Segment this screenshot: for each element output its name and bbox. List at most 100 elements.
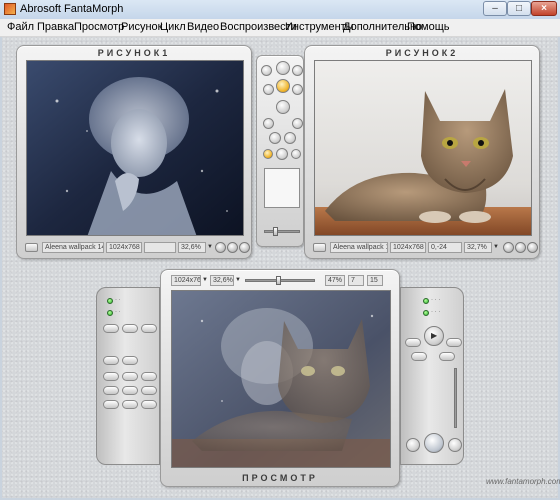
- image1-blank-field: [144, 242, 176, 253]
- menu-help[interactable]: Помощь: [407, 21, 450, 33]
- settings-icon[interactable]: [448, 438, 462, 452]
- minimize-button[interactable]: –: [483, 1, 507, 16]
- menu-edit[interactable]: Правка: [37, 21, 74, 33]
- led-label-1: · ·: [115, 297, 121, 303]
- transform-button-4[interactable]: [103, 386, 119, 395]
- swap-right-icon[interactable]: [292, 65, 303, 76]
- tool-slider-thumb[interactable]: [273, 227, 278, 236]
- image2-zoom-in-icon[interactable]: [503, 242, 514, 253]
- transform-button-3[interactable]: [141, 372, 157, 381]
- transform-button-6[interactable]: [141, 386, 157, 395]
- add-point-left-icon[interactable]: [263, 84, 274, 95]
- transform-button-5[interactable]: [122, 386, 138, 395]
- image1-fit-icon[interactable]: [227, 242, 238, 253]
- align-button-2[interactable]: [122, 356, 138, 365]
- menu-video[interactable]: Видео: [187, 21, 219, 33]
- align-button-1[interactable]: [103, 356, 119, 365]
- led-label-4: · · ·: [431, 309, 441, 315]
- image1-zoom-in-icon[interactable]: [215, 242, 226, 253]
- progress-percent: 47%: [325, 275, 345, 286]
- led-indicator-4: [423, 310, 429, 316]
- image2-photo: [315, 61, 531, 235]
- image2-filename: Aleena wallpack 14: [330, 242, 388, 253]
- volume-track[interactable]: [454, 368, 457, 428]
- maximize-button[interactable]: □: [507, 1, 531, 16]
- preview-canvas[interactable]: [171, 290, 391, 468]
- link-right-icon[interactable]: [291, 149, 301, 159]
- image1-title: РИСУНОК1: [97, 48, 171, 58]
- curve-left-icon[interactable]: [263, 118, 274, 129]
- image1-zoom-dropdown-icon[interactable]: ▼: [207, 243, 213, 251]
- tool-slider-track[interactable]: [264, 230, 300, 233]
- image2-title: РИСУНОК2: [385, 48, 459, 58]
- prev-frame-button[interactable]: [411, 352, 427, 361]
- image2-zoom-out-icon[interactable]: [527, 242, 538, 253]
- link-left-icon[interactable]: [263, 149, 273, 159]
- preview-panel: 1024x768 ▼ 32,6% ▼ 47% 7 15: [160, 269, 400, 487]
- preview-title: ПРОСМОТР: [242, 473, 318, 483]
- workspace: РИСУНОК1 Aleena wallpack 14 1024x768 32,…: [2, 37, 560, 498]
- transform-button-8[interactable]: [122, 400, 138, 409]
- window-title: Abrosoft FantaMorph: [20, 3, 124, 15]
- app-icon: [4, 3, 16, 15]
- watermark: www.fantamorph.com: [486, 477, 560, 486]
- link-icon[interactable]: [276, 148, 288, 160]
- image2-canvas[interactable]: [314, 60, 532, 236]
- led-label-2: · ·: [115, 309, 121, 315]
- tool-strip: [256, 55, 304, 247]
- export-movie-icon[interactable]: [424, 433, 444, 453]
- next-frame-button[interactable]: [439, 352, 455, 361]
- image2-zoom-dropdown-icon[interactable]: ▼: [493, 243, 499, 251]
- image1-zoom[interactable]: 32,6%: [178, 242, 206, 253]
- image1-panel: РИСУНОК1 Aleena wallpack 14 1024x768 32,…: [16, 45, 252, 259]
- select-arrow-icon[interactable]: [276, 61, 290, 75]
- delete-point-icon[interactable]: [292, 84, 303, 95]
- close-button[interactable]: ×: [531, 1, 557, 16]
- zoom-icon[interactable]: [269, 132, 281, 144]
- effect-button-1[interactable]: [103, 324, 119, 333]
- image1-canvas[interactable]: [26, 60, 244, 236]
- preview-photo: [172, 291, 390, 467]
- transform-button-2[interactable]: [122, 372, 138, 381]
- frame-total: 15: [367, 275, 383, 286]
- menu-loop[interactable]: Цикл: [160, 21, 186, 33]
- progress-slider-thumb[interactable]: [275, 276, 281, 285]
- move-point-icon[interactable]: [276, 100, 290, 114]
- led-label-3: · · ·: [431, 297, 441, 303]
- menu-file[interactable]: Файл: [7, 21, 34, 33]
- transform-button-7[interactable]: [103, 400, 119, 409]
- mini-preview: [264, 168, 300, 208]
- image1-zoom-out-icon[interactable]: [239, 242, 250, 253]
- pan-icon[interactable]: [284, 132, 296, 144]
- swap-left-icon[interactable]: [261, 65, 272, 76]
- led-indicator-3: [423, 298, 429, 304]
- menu-view[interactable]: Просмотр: [74, 21, 124, 33]
- left-control-panel: · · · ·: [96, 287, 160, 465]
- preview-size-dropdown-icon[interactable]: ▼: [202, 276, 208, 284]
- play-button[interactable]: ▶: [424, 326, 444, 346]
- snapshot-icon[interactable]: [406, 438, 420, 452]
- image2-zoom[interactable]: 32,7%: [464, 242, 492, 253]
- frame-current: 7: [348, 275, 364, 286]
- menu-image[interactable]: Рисунок: [121, 21, 163, 33]
- image2-size: 1024x768: [390, 242, 426, 253]
- image2-fit-icon[interactable]: [515, 242, 526, 253]
- preview-zoom[interactable]: 32,6%: [210, 275, 234, 286]
- image1-filename: Aleena wallpack 14: [42, 242, 104, 253]
- effect-button-3[interactable]: [141, 324, 157, 333]
- image2-panel: РИСУНОК2 Aleena wallpack 14 1024x768 0,-…: [304, 45, 540, 259]
- preview-size[interactable]: 1024x768: [171, 275, 201, 286]
- image2-open-button[interactable]: [313, 243, 326, 252]
- effect-button-2[interactable]: [122, 324, 138, 333]
- image2-offset: 0,-24: [428, 242, 462, 253]
- add-point-icon[interactable]: [276, 79, 290, 93]
- last-frame-button[interactable]: [446, 338, 462, 347]
- image1-open-button[interactable]: [25, 243, 38, 252]
- play-icon: ▶: [431, 331, 438, 340]
- curve-right-icon[interactable]: [292, 118, 303, 129]
- preview-zoom-dropdown-icon[interactable]: ▼: [235, 276, 241, 284]
- transform-button-9[interactable]: [141, 400, 157, 409]
- transform-button-1[interactable]: [103, 372, 119, 381]
- first-frame-button[interactable]: [405, 338, 421, 347]
- title-bar: Abrosoft FantaMorph – □ ×: [0, 0, 560, 20]
